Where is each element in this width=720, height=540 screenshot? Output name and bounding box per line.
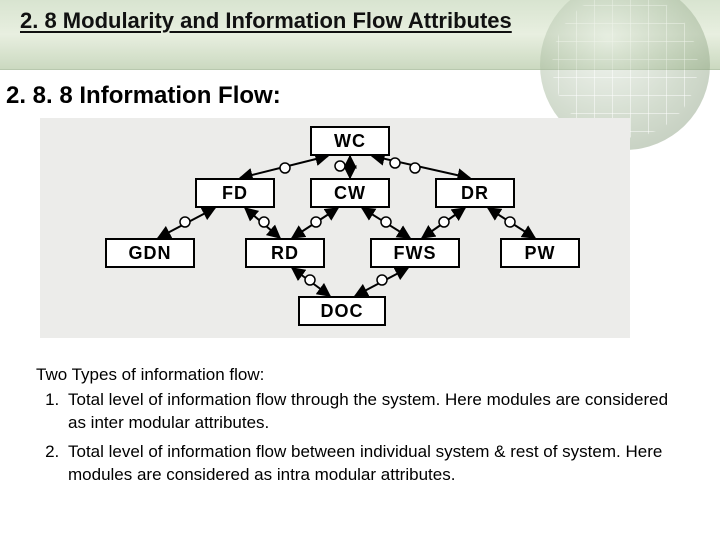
globe-decoration: [520, 0, 720, 90]
body-text: Two Types of information flow: Total lev…: [36, 364, 684, 487]
module-rd: RD: [245, 238, 325, 268]
body-list: Total level of information flow through …: [64, 389, 684, 487]
module-fws: FWS: [370, 238, 460, 268]
body-intro: Two Types of information flow:: [36, 364, 684, 387]
header-band: 2. 8 Modularity and Information Flow Att…: [0, 0, 720, 70]
body-item-2: Total level of information flow between …: [64, 441, 684, 487]
module-doc: DOC: [298, 296, 386, 326]
module-fd: FD: [195, 178, 275, 208]
information-flow-diagram: WC FD CW DR GDN RD FWS PW DOC: [40, 118, 630, 338]
module-gdn: GDN: [105, 238, 195, 268]
module-cw: CW: [310, 178, 390, 208]
module-pw: PW: [500, 238, 580, 268]
slide: 2. 8 Modularity and Information Flow Att…: [0, 0, 720, 540]
body-item-1: Total level of information flow through …: [64, 389, 684, 435]
module-wc: WC: [310, 126, 390, 156]
module-dr: DR: [435, 178, 515, 208]
header-title: 2. 8 Modularity and Information Flow Att…: [20, 8, 520, 34]
